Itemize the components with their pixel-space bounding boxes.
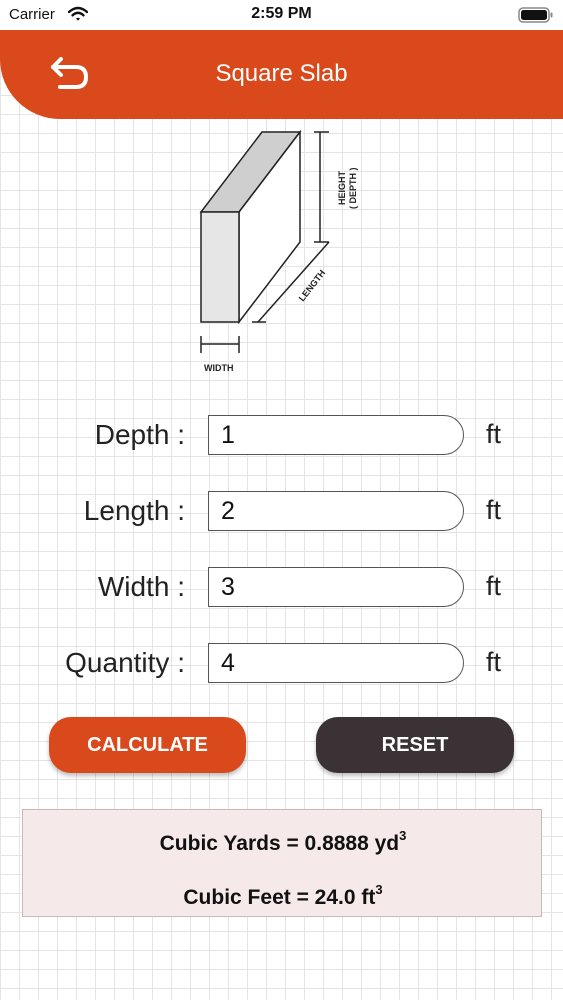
length-label: Length : xyxy=(83,495,185,526)
cubic-feet-result: Cubic Feet = 24.0 ft3 xyxy=(23,882,543,910)
width-label: Width : xyxy=(97,571,185,602)
status-bar: Carrier 2:59 PM xyxy=(0,0,563,30)
quantity-label: Quantity : xyxy=(65,647,185,678)
calculate-button[interactable]: CALCULATE xyxy=(49,717,246,773)
depth-unit: ft xyxy=(486,419,502,449)
quantity-row: Quantity : ft xyxy=(0,641,563,685)
depth-label: Depth : xyxy=(94,419,185,450)
battery-icon xyxy=(518,7,554,28)
width-input[interactable] xyxy=(208,567,464,607)
depth-label: ( DEPTH ) xyxy=(348,167,358,209)
app-header: Square Slab xyxy=(0,30,563,119)
cubic-yards-text: Cubic Yards = 0.8888 yd xyxy=(159,832,400,855)
reset-button[interactable]: RESET xyxy=(316,717,514,773)
clock: 2:59 PM xyxy=(251,5,312,22)
cubic-feet-exponent: 3 xyxy=(375,882,383,897)
cubic-feet-text: Cubic Feet = 24.0 ft xyxy=(183,886,376,909)
height-label: HEIGHT xyxy=(337,170,347,205)
cubic-yards-result: Cubic Yards = 0.8888 yd3 xyxy=(23,828,543,856)
depth-input[interactable] xyxy=(208,415,464,455)
length-input[interactable] xyxy=(208,491,464,531)
page-title: Square Slab xyxy=(215,60,348,87)
width-label: WIDTH xyxy=(204,363,234,373)
length-unit: ft xyxy=(486,495,502,525)
slab-diagram: HEIGHT ( DEPTH ) LENGTH WIDTH xyxy=(190,125,380,385)
width-row: Width : ft xyxy=(0,565,563,609)
depth-row: Depth : ft xyxy=(0,413,563,457)
quantity-input[interactable] xyxy=(208,643,464,683)
results-panel: Cubic Yards = 0.8888 yd3 Cubic Feet = 24… xyxy=(22,809,542,917)
cubic-yards-exponent: 3 xyxy=(399,828,407,843)
length-row: Length : ft xyxy=(0,489,563,533)
quantity-unit: ft xyxy=(486,647,502,677)
width-unit: ft xyxy=(486,571,502,601)
